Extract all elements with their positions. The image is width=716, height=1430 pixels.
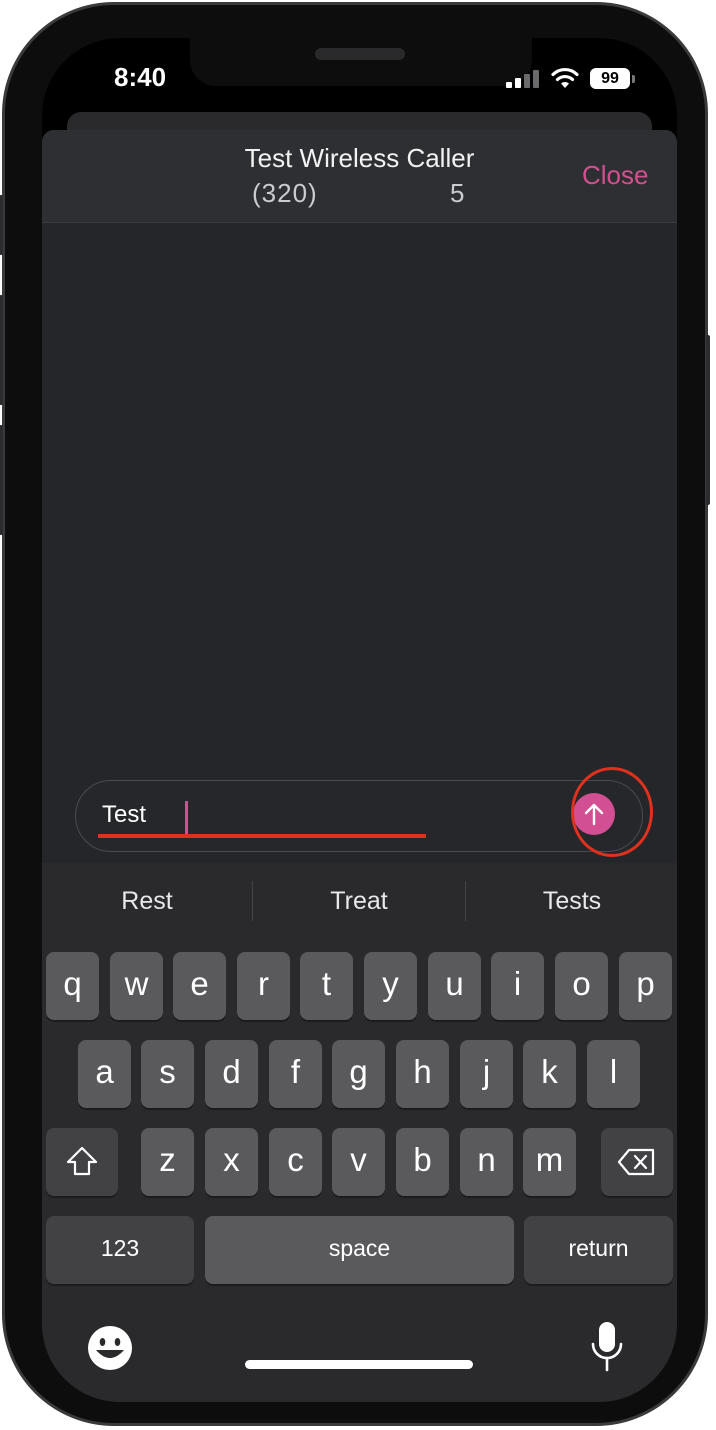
key-v[interactable]: v	[332, 1128, 385, 1196]
silent-switch	[0, 195, 3, 255]
delete-icon	[617, 1148, 655, 1176]
volume-down-button	[0, 425, 3, 535]
key-d[interactable]: d	[205, 1040, 258, 1108]
return-key[interactable]: return	[524, 1216, 673, 1284]
status-time: 8:40	[114, 62, 167, 92]
key-t[interactable]: t	[300, 952, 353, 1020]
battery-icon: 99	[590, 68, 630, 89]
key-w[interactable]: w	[110, 952, 163, 1020]
emoji-icon[interactable]	[86, 1324, 134, 1372]
key-o[interactable]: o	[555, 952, 608, 1020]
delete-key[interactable]	[601, 1128, 673, 1196]
keyboard: Rest Treat Tests q w e r t y u i o p a s…	[42, 863, 677, 1402]
suggestion-2[interactable]: Treat	[254, 887, 464, 916]
key-b[interactable]: b	[396, 1128, 449, 1196]
battery-tip	[632, 75, 635, 83]
key-a[interactable]: a	[78, 1040, 131, 1108]
annotation-underline	[98, 834, 426, 838]
key-j[interactable]: j	[460, 1040, 513, 1108]
microphone-icon[interactable]	[590, 1320, 624, 1374]
key-i[interactable]: i	[491, 952, 544, 1020]
wifi-icon	[551, 67, 579, 88]
key-u[interactable]: u	[428, 952, 481, 1020]
key-l[interactable]: l	[587, 1040, 640, 1108]
text-caret	[185, 801, 188, 835]
message-sheet: Test Wireless Caller (320) 5 Close Rest …	[42, 130, 677, 1402]
message-count: 5	[450, 178, 465, 208]
volume-up-button	[0, 295, 3, 405]
suggestion-1[interactable]: Rest	[42, 887, 252, 916]
annotation-circle	[571, 767, 653, 857]
numbers-key[interactable]: 123	[46, 1216, 194, 1284]
key-e[interactable]: e	[173, 952, 226, 1020]
key-s[interactable]: s	[141, 1040, 194, 1108]
key-q[interactable]: q	[46, 952, 99, 1020]
power-button	[706, 335, 710, 505]
key-n[interactable]: n	[460, 1128, 513, 1196]
key-z[interactable]: z	[141, 1128, 194, 1196]
home-indicator[interactable]	[245, 1360, 473, 1369]
screen: 8:40 99 Test Wireless Caller (320) 5 Clo…	[42, 38, 677, 1402]
shift-icon	[66, 1146, 98, 1176]
key-g[interactable]: g	[332, 1040, 385, 1108]
key-f[interactable]: f	[269, 1040, 322, 1108]
message-composer[interactable]	[75, 780, 643, 852]
conversation-header: Test Wireless Caller (320) 5 Close	[42, 130, 677, 223]
suggestion-3[interactable]: Tests	[467, 887, 677, 916]
speaker	[315, 48, 405, 60]
cellular-signal-icon	[506, 68, 540, 88]
key-c[interactable]: c	[269, 1128, 322, 1196]
suggestion-divider	[252, 881, 253, 921]
key-y[interactable]: y	[364, 952, 417, 1020]
key-p[interactable]: p	[619, 952, 672, 1020]
suggestion-divider	[465, 881, 466, 921]
contact-number: (320)	[252, 178, 318, 208]
phone-frame: 8:40 99 Test Wireless Caller (320) 5 Clo…	[0, 2, 710, 1426]
shift-key[interactable]	[46, 1128, 118, 1196]
space-key[interactable]: space	[205, 1216, 514, 1284]
close-button[interactable]: Close	[582, 160, 648, 191]
key-m[interactable]: m	[523, 1128, 576, 1196]
notch	[190, 38, 532, 86]
key-h[interactable]: h	[396, 1040, 449, 1108]
key-k[interactable]: k	[523, 1040, 576, 1108]
key-r[interactable]: r	[237, 952, 290, 1020]
message-input[interactable]	[102, 799, 542, 831]
key-x[interactable]: x	[205, 1128, 258, 1196]
